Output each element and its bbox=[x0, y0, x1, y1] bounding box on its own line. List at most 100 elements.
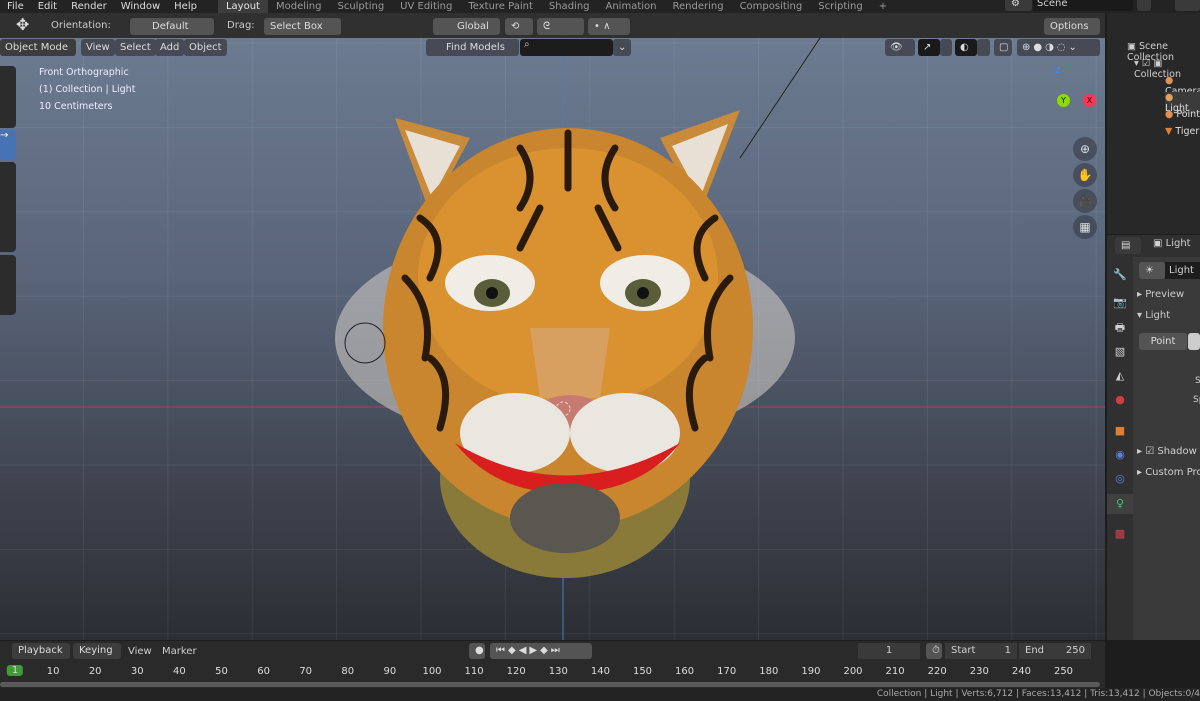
shading-mode-buttons[interactable]: ⊕●◑◌⌄ bbox=[1017, 39, 1100, 56]
scene-selector-icon[interactable]: ⚙ bbox=[1005, 0, 1032, 11]
menu-help[interactable]: Help bbox=[167, 1, 204, 12]
tab-texture-paint[interactable]: Texture Paint bbox=[460, 0, 541, 13]
gizmo-x-axis[interactable]: X bbox=[1083, 94, 1096, 107]
frame-number[interactable]: 120 bbox=[507, 666, 526, 677]
overlays-toggle-icon[interactable]: ◐ bbox=[955, 39, 977, 56]
transform-orientation-dropdown[interactable]: Global bbox=[433, 18, 500, 35]
keying-menu[interactable]: Keying bbox=[73, 643, 121, 659]
3d-viewport[interactable]: Front Orthographic (1) Collection | Ligh… bbox=[0, 38, 1105, 640]
playback-menu[interactable]: Playback bbox=[12, 643, 70, 659]
frame-number[interactable]: 210 bbox=[886, 666, 905, 677]
frame-number[interactable]: 60 bbox=[257, 666, 270, 677]
add-workspace-button[interactable]: + bbox=[871, 0, 895, 13]
frame-number[interactable]: 30 bbox=[131, 666, 144, 677]
texture-tab-icon[interactable]: ▩ bbox=[1107, 524, 1133, 544]
view-menu[interactable]: View bbox=[81, 39, 115, 56]
menu-render[interactable]: Render bbox=[64, 1, 114, 12]
new-scene-icon[interactable] bbox=[1137, 0, 1151, 11]
object-tab-icon[interactable]: ■ bbox=[1107, 421, 1133, 441]
panel-preview[interactable]: ▸ Preview bbox=[1137, 289, 1184, 300]
pivot-point-icon[interactable]: ⟲ bbox=[505, 18, 533, 35]
tab-uv-editing[interactable]: UV Editing bbox=[392, 0, 460, 13]
tab-modeling[interactable]: Modeling bbox=[268, 0, 330, 13]
snap-icon[interactable]: ᘓ bbox=[537, 18, 584, 35]
find-models-dropdown[interactable]: Find Models bbox=[426, 39, 519, 56]
zoom-icon[interactable]: ⊕ bbox=[1073, 137, 1097, 161]
constraints-tab-icon[interactable]: ◎ bbox=[1107, 469, 1133, 489]
object-menu[interactable]: Object bbox=[184, 39, 227, 56]
find-models-search-input[interactable]: ⌕ bbox=[520, 39, 613, 56]
record-icon[interactable]: ● bbox=[469, 643, 485, 659]
tab-shading[interactable]: Shading bbox=[541, 0, 598, 13]
current-frame-field[interactable]: 1 bbox=[858, 643, 920, 659]
playback-controls[interactable]: ⏮◆◀▶◆⏭ bbox=[490, 643, 592, 659]
menu-edit[interactable]: Edit bbox=[31, 1, 64, 12]
gizmo-y-axis[interactable]: Y bbox=[1057, 94, 1070, 107]
select-box-tool[interactable] bbox=[0, 66, 16, 128]
scene-tab-icon[interactable]: ◭ bbox=[1107, 366, 1133, 386]
render-tab-icon[interactable]: 📷 bbox=[1107, 293, 1133, 313]
light-type-point[interactable]: Point bbox=[1139, 333, 1187, 350]
output-tab-icon[interactable]: 🖶 bbox=[1107, 318, 1133, 338]
pan-hand-icon[interactable]: ✋ bbox=[1073, 163, 1097, 187]
frame-number[interactable]: 130 bbox=[549, 666, 568, 677]
frame-number[interactable]: 80 bbox=[341, 666, 354, 677]
menu-window[interactable]: Window bbox=[114, 1, 167, 12]
add-menu[interactable]: Add bbox=[155, 39, 185, 56]
frame-number[interactable]: 110 bbox=[465, 666, 484, 677]
editor-type-icon[interactable]: ▤ bbox=[1115, 237, 1141, 254]
overlays-dropdown-icon[interactable] bbox=[977, 39, 990, 56]
ortho-grid-icon[interactable]: ▦ bbox=[1073, 215, 1097, 239]
marker-menu[interactable]: Marker bbox=[162, 646, 197, 657]
camera-view-icon[interactable]: 🎥 bbox=[1073, 189, 1097, 213]
outliner-item-tiger[interactable]: ▼ Tiger bbox=[1165, 126, 1199, 137]
panel-shadow[interactable]: ▸ ☑ Shadow bbox=[1137, 446, 1197, 457]
tab-animation[interactable]: Animation bbox=[598, 0, 665, 13]
start-frame-field[interactable]: Start 1 bbox=[945, 643, 1017, 659]
frame-number[interactable]: 150 bbox=[633, 666, 652, 677]
frame-number[interactable]: 170 bbox=[717, 666, 736, 677]
xray-icon[interactable]: ▢ bbox=[994, 39, 1012, 56]
menu-file[interactable]: File bbox=[0, 1, 31, 12]
frame-number[interactable]: 230 bbox=[970, 666, 989, 677]
gizmo-dropdown-icon[interactable] bbox=[940, 39, 952, 56]
panel-light[interactable]: ▾ Light bbox=[1137, 310, 1170, 321]
end-frame-field[interactable]: End 250 bbox=[1019, 643, 1091, 659]
tab-rendering[interactable]: Rendering bbox=[664, 0, 731, 13]
gizmo-toggle-icon[interactable]: ↗ bbox=[918, 39, 940, 56]
light-data-tab-icon[interactable]: ♀ bbox=[1107, 494, 1133, 514]
frame-number[interactable]: 100 bbox=[422, 666, 441, 677]
drag-dropdown[interactable]: Select Box bbox=[264, 18, 341, 35]
options-dropdown[interactable]: Options bbox=[1044, 18, 1100, 35]
frame-number[interactable]: 190 bbox=[801, 666, 820, 677]
tab-sculpting[interactable]: Sculpting bbox=[329, 0, 392, 13]
outliner-item-point[interactable]: ● Point bbox=[1165, 109, 1200, 120]
frame-number[interactable]: 70 bbox=[299, 666, 312, 677]
search-dropdown-icon[interactable]: ⌄ bbox=[613, 39, 631, 56]
light-type-sun[interactable] bbox=[1188, 333, 1200, 350]
physics-tab-icon[interactable]: ◉ bbox=[1107, 445, 1133, 465]
scene-name-field[interactable]: Scene bbox=[1033, 0, 1133, 11]
orientation-dropdown[interactable]: Default bbox=[130, 18, 214, 35]
frame-number[interactable]: 220 bbox=[928, 666, 947, 677]
stopwatch-icon[interactable]: ⏱ bbox=[926, 643, 942, 659]
transform-tools[interactable] bbox=[0, 162, 16, 252]
panel-custom-properties[interactable]: ▸ Custom Properties bbox=[1137, 467, 1200, 478]
frame-number[interactable]: 240 bbox=[1012, 666, 1031, 677]
frame-number[interactable]: 140 bbox=[591, 666, 610, 677]
timeline-scrollbar[interactable] bbox=[0, 682, 1100, 687]
frame-number[interactable]: 10 bbox=[47, 666, 60, 677]
tab-scripting[interactable]: Scripting bbox=[810, 0, 870, 13]
frame-number[interactable]: 20 bbox=[89, 666, 102, 677]
light-type-icon[interactable]: ☀ bbox=[1139, 262, 1165, 279]
select-menu[interactable]: Select bbox=[115, 39, 156, 56]
world-tab-icon[interactable]: ● bbox=[1107, 390, 1133, 410]
proportional-editing-icon[interactable]: • ∧ bbox=[588, 18, 630, 35]
frame-number[interactable]: 50 bbox=[215, 666, 228, 677]
mode-dropdown[interactable]: Object Mode bbox=[0, 39, 76, 56]
tab-layout[interactable]: Layout bbox=[217, 0, 268, 13]
frame-number[interactable]: 180 bbox=[759, 666, 778, 677]
light-data-name[interactable]: Light bbox=[1165, 262, 1200, 279]
gizmo-z-axis[interactable]: Z bbox=[1055, 66, 1061, 75]
annotate-tools[interactable] bbox=[0, 255, 16, 315]
